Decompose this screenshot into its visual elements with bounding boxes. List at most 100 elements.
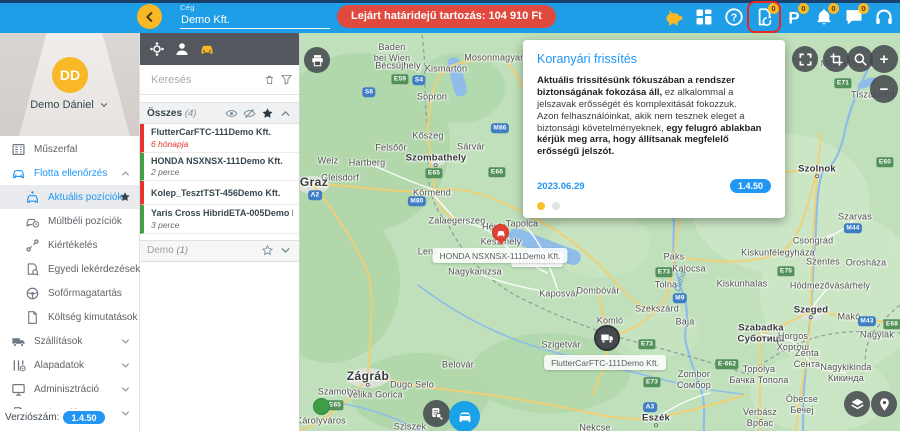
page-dot[interactable] [552, 202, 560, 210]
chevron-down-icon [120, 360, 131, 371]
sidebar-item-szállítások[interactable]: Szállítások [0, 329, 139, 353]
show-all-icon[interactable] [225, 107, 238, 120]
overdue-alert-pill[interactable]: Lejárt határidejű tartozás: 104 910 Ft [337, 5, 556, 28]
search-input[interactable] [151, 74, 246, 86]
fullscreen-button[interactable] [792, 46, 818, 72]
car-icon [11, 166, 26, 181]
my-location-button[interactable] [871, 391, 897, 417]
chevron-down-icon [120, 408, 131, 419]
user-menu[interactable]: Demo Dániel [0, 99, 139, 111]
sidebar-item-egyedi-lekérdezések[interactable]: Egyedi lekérdezések [0, 257, 139, 281]
favorites-outline-icon[interactable] [261, 244, 274, 257]
favorites-icon[interactable] [261, 107, 274, 120]
vehicle-row[interactable]: FlutterCarFTC-111Demo Kft.6 hónapja [140, 124, 299, 153]
sidebar-item-aktuális-pozíciók[interactable]: Aktuális pozíciók [0, 185, 139, 209]
document-sync-icon[interactable]: 0 [754, 7, 774, 27]
car-icon [496, 228, 506, 238]
group-label: Demo [147, 245, 174, 256]
green-status-marker[interactable] [313, 398, 330, 415]
count-badge: 0 [828, 3, 839, 14]
sidebar-item-múltbéli-pozíciók[interactable]: Múltbéli pozíciók [0, 209, 139, 233]
search-row [140, 65, 299, 95]
back-button[interactable] [137, 4, 162, 29]
sidebar-item-label: Flotta ellenőrzés [34, 168, 107, 179]
count-badge: 0 [858, 3, 869, 14]
support-icon[interactable] [874, 7, 894, 27]
vehicle-marker-honda[interactable] [492, 224, 509, 241]
sidebar-header: DD Demo Dániel [0, 33, 139, 136]
car-front-icon [456, 408, 474, 426]
page-dot-active[interactable] [537, 202, 545, 210]
svg-text:?: ? [731, 11, 737, 23]
location-pin-icon [877, 397, 892, 412]
vehicle-row[interactable]: Kolep_TesztTST-456Demo Kft. [140, 181, 299, 205]
popup-version-badge: 1.4.50 [730, 179, 771, 193]
document-search-icon [429, 406, 444, 421]
favorite-star-icon[interactable] [119, 191, 131, 203]
car-history-icon [25, 214, 40, 229]
version-badge: 1.4.50 [63, 411, 104, 424]
help-icon[interactable]: ? [724, 7, 744, 27]
apps-grid-icon[interactable] [694, 7, 714, 27]
sidebar-item-sofőrmagatartás[interactable]: Sofőrmagatartás [0, 281, 139, 305]
chevron-down-icon [99, 100, 109, 110]
group-header-all[interactable]: Összes (4) [140, 102, 299, 124]
group-count: (1) [176, 245, 188, 256]
avatar[interactable]: DD [52, 57, 88, 93]
zoom-in-button[interactable]: + [870, 45, 898, 73]
group-header-demo[interactable]: Demo (1) [140, 240, 299, 262]
zoom-out-button[interactable]: − [870, 75, 898, 103]
sidebar-item-label: Műszerfal [34, 144, 77, 155]
popup-date: 2023.06.29 [537, 181, 585, 192]
notifications-icon[interactable]: 0 [814, 7, 834, 27]
layers-button[interactable] [844, 391, 870, 417]
chevron-left-icon [143, 10, 157, 24]
vehicle-row[interactable]: HONDA NSXNSX-111Demo Kft.2 perce [140, 153, 299, 182]
doc-search-icon [25, 262, 40, 277]
parking-icon[interactable]: P0 [784, 7, 804, 27]
group-title: Összes (4) [147, 108, 196, 119]
sidebar-item-label: Kiértékelés [48, 240, 97, 251]
chevron-down-icon [120, 336, 131, 347]
select-area-button[interactable] [823, 46, 849, 72]
map-vehicle-label: HONDA NSXNSX-111Demo Kft. [432, 248, 567, 263]
drivers-tab[interactable] [174, 41, 190, 57]
vehicle-tracking-button[interactable] [449, 401, 480, 431]
vehicle-row[interactable]: Yaris Cross HibridETA-005Demo Kft.3 perc… [140, 205, 299, 234]
expand-icon[interactable] [279, 244, 292, 257]
vehicles-tab[interactable] [199, 41, 215, 57]
print-button[interactable] [304, 47, 330, 73]
piggy-bank-icon[interactable] [664, 7, 684, 27]
sidebar-item-label: Aktuális pozíciók [48, 192, 122, 203]
sidebar-item-label: Múltbéli pozíciók [48, 216, 122, 227]
route-report-button[interactable] [423, 400, 450, 427]
sidebar-item-alapadatok[interactable]: Alapadatok [0, 353, 139, 377]
company-input[interactable] [180, 13, 330, 29]
sidebar-item-kiértékelés[interactable]: Kiértékelés [0, 233, 139, 257]
group-title: Demo (1) [147, 245, 188, 256]
sidebar-item-műszerfal[interactable]: Műszerfal [0, 137, 139, 161]
monitor-icon [11, 382, 26, 397]
zones-tab[interactable] [149, 41, 165, 57]
messages-icon[interactable]: 0 [844, 7, 864, 27]
truck-icon [11, 334, 26, 349]
vehicle-list: FlutterCarFTC-111Demo Kft.6 hónapjaHONDA… [140, 124, 299, 234]
popup-footer: 2023.06.29 1.4.50 [537, 179, 771, 193]
spacer [140, 95, 299, 102]
vehicle-name: Yaris Cross HibridETA-005Demo Kft. [151, 208, 293, 218]
update-popup: Koranyári frissítés Aktuális frissítésün… [523, 40, 785, 218]
sidebar-item-költség-kimutatások[interactable]: Költség kimutatások [0, 305, 139, 329]
popup-pagination [537, 202, 560, 210]
sidebar-item-label: Szállítások [34, 336, 82, 347]
vehicle-marker-fluttercar[interactable] [594, 325, 620, 351]
filter-icon[interactable] [280, 73, 293, 86]
sidebar-item-flotta-ellenőrzés[interactable]: Flotta ellenőrzés [0, 161, 139, 185]
sidebar-item-adminisztráció[interactable]: Adminisztráció [0, 377, 139, 401]
panel-tabs [140, 33, 299, 65]
hide-all-icon[interactable] [243, 107, 256, 120]
version-label: Verziószám: [5, 412, 59, 423]
collapse-icon[interactable] [279, 107, 292, 120]
app-root: Cég Lejárt határidejű tartozás: 104 910 … [0, 0, 900, 431]
clear-search-icon[interactable] [263, 73, 276, 86]
topbar: Cég Lejárt határidejű tartozás: 104 910 … [0, 0, 900, 33]
